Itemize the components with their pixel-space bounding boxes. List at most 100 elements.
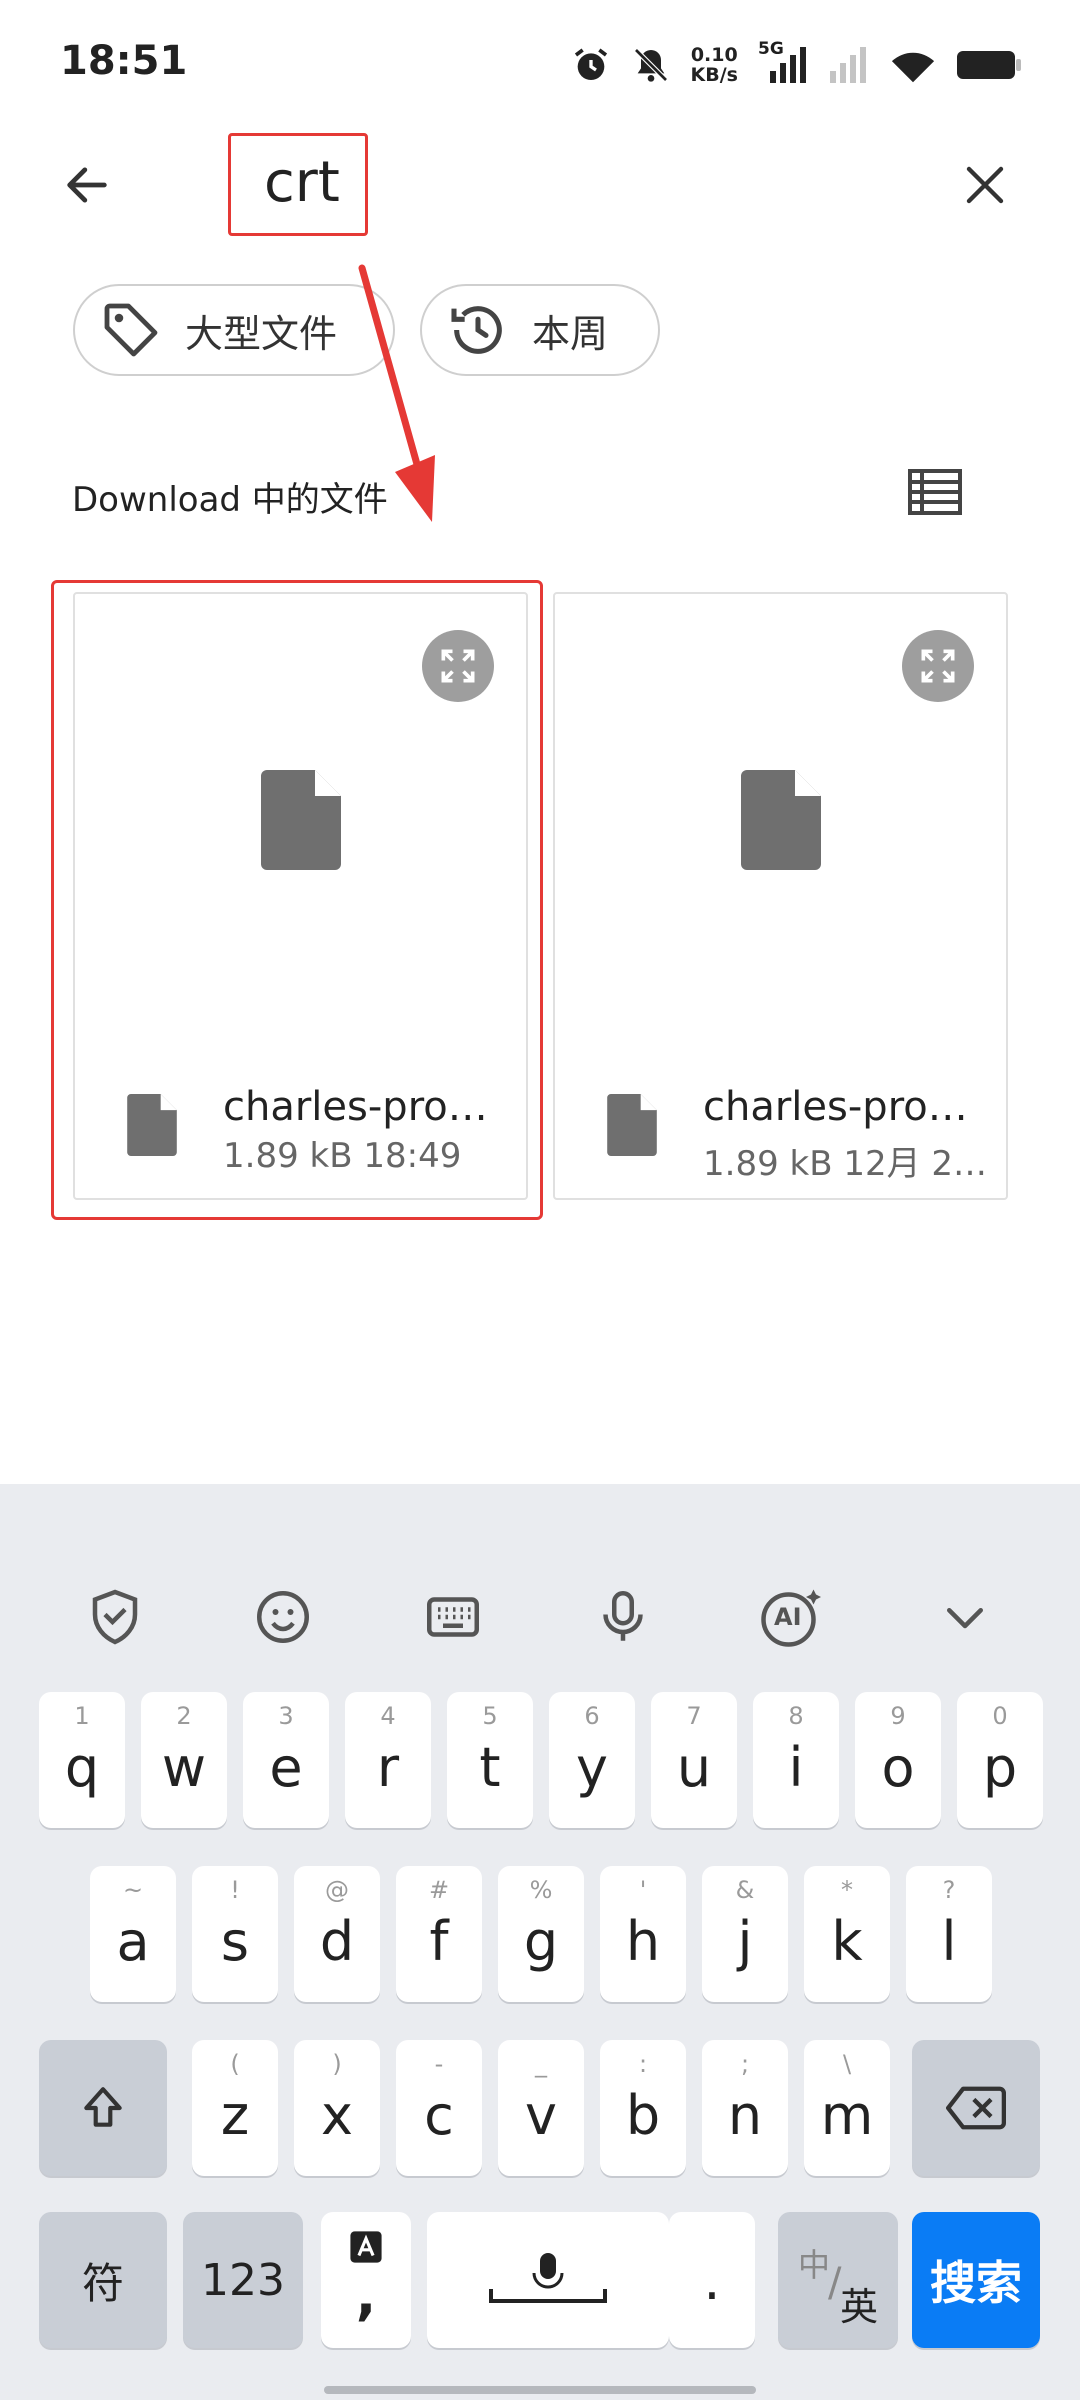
key-period[interactable]: . [669, 2212, 755, 2348]
key-hint: ! [230, 1876, 240, 1904]
key-hint: 2 [176, 1702, 192, 1730]
key-hint: @ [325, 1876, 349, 1904]
key-m[interactable]: \ m [804, 2040, 890, 2176]
keyboard-icon [427, 1597, 479, 1637]
file-meta: 1.89 kB 12月 2… [703, 1136, 987, 1185]
key-d[interactable]: @ d [294, 1866, 380, 2002]
lang-cn-label: 中 [798, 2246, 831, 2284]
key-char: h [625, 1909, 661, 1973]
kb-voice-button[interactable] [588, 1582, 658, 1652]
key-hint: \ [842, 2050, 852, 2078]
kb-layout-button[interactable] [418, 1582, 488, 1652]
key-f[interactable]: # f [396, 1866, 482, 2002]
key-e[interactable]: 3e [243, 1692, 329, 1828]
key-char: o [881, 1735, 915, 1799]
key-w[interactable]: 2w [141, 1692, 227, 1828]
key-hint: 8 [788, 1702, 804, 1730]
emoji-icon [257, 1591, 309, 1643]
key-char: , [355, 2263, 377, 2327]
key-j[interactable]: & j [702, 1866, 788, 2002]
key-comma[interactable]: , [321, 2212, 411, 2348]
key-char: t [479, 1735, 501, 1799]
key-hint: 1 [74, 1702, 90, 1730]
chip-label: 本周 [532, 311, 609, 356]
home-indicator[interactable] [324, 2386, 756, 2394]
handwriting-a-icon [350, 2231, 382, 2263]
list-view-toggle[interactable] [900, 462, 970, 522]
key-space[interactable] [427, 2212, 669, 2348]
space-mic-icon [489, 2253, 607, 2303]
key-x[interactable]: ) x [294, 2040, 380, 2176]
key-shift[interactable] [39, 2040, 167, 2176]
highlight-box-query [228, 133, 368, 236]
kb-shield-button[interactable] [80, 1582, 150, 1652]
wifi-icon [891, 52, 935, 83]
key-hint: & [735, 1876, 755, 1904]
status-time: 18:51 [60, 38, 188, 84]
key-y[interactable]: 6y [549, 1692, 635, 1828]
key-t[interactable]: 5t [447, 1692, 533, 1828]
key-symbols[interactable]: 符 [39, 2212, 167, 2348]
key-hint: * [841, 1876, 853, 1904]
key-c[interactable]: -c [396, 2040, 482, 2176]
key-char: i [788, 1735, 804, 1799]
key-i[interactable]: 8i [753, 1692, 839, 1828]
key-char: k [831, 1909, 863, 1973]
key-a[interactable]: ~ a [90, 1866, 176, 2002]
kb-emoji-button[interactable] [248, 1582, 318, 1652]
key-char: f [429, 1909, 449, 1973]
key-backspace[interactable] [912, 2040, 1040, 2176]
key-char: z [220, 2083, 250, 2147]
key-language-switch[interactable]: 中 / 英 [778, 2212, 898, 2348]
highlight-box-card [51, 580, 543, 1220]
key-hint: 3 [278, 1702, 294, 1730]
key-hint: 9 [890, 1702, 906, 1730]
key-hint: 0 [992, 1702, 1008, 1730]
signal-strength-2-icon [830, 47, 866, 83]
key-u[interactable]: 7u [651, 1692, 737, 1828]
key-z[interactable]: (z [192, 2040, 278, 2176]
key-hint: 6 [584, 1702, 600, 1730]
key-v[interactable]: _ v [498, 2040, 584, 2176]
key-hint: ? [942, 1876, 956, 1904]
screen: 18:51 0.10 KB/s 5G crt 大型文件 本周 Download … [0, 0, 1080, 2400]
annotation-arrow [358, 264, 435, 522]
key-hint: 7 [686, 1702, 702, 1730]
key-o[interactable]: 9o [855, 1692, 941, 1828]
key-h[interactable]: ' h [600, 1866, 686, 2002]
lang-en-label: 英 [840, 2285, 879, 2329]
key-b[interactable]: :b [600, 2040, 686, 2176]
kb-collapse-button[interactable] [930, 1582, 1000, 1652]
key-p[interactable]: 0p [957, 1692, 1043, 1828]
key-char: u [676, 1735, 712, 1799]
history-icon [451, 306, 502, 354]
key-char: v [525, 2083, 557, 2147]
key-hint: 4 [380, 1702, 396, 1730]
file-type-icon [607, 1094, 657, 1156]
key-char: p [982, 1735, 1018, 1799]
key-k[interactable]: * k [804, 1866, 890, 2002]
list-view-icon [908, 469, 962, 515]
key-g[interactable]: % g [498, 1866, 584, 2002]
file-thumbnail-icon [741, 770, 821, 870]
key-q[interactable]: 1q [39, 1692, 125, 1828]
key-l[interactable]: ? l [906, 1866, 992, 2002]
kb-ai-button[interactable]: AI [756, 1582, 826, 1652]
key-search[interactable]: 搜索 [912, 2212, 1040, 2348]
file-card[interactable]: charles-pro… 1.89 kB 12月 2… [553, 592, 1008, 1200]
expand-preview-button[interactable] [902, 630, 974, 702]
clear-search-button[interactable] [950, 150, 1020, 220]
key-char: j [737, 1909, 753, 1973]
close-icon [966, 166, 1004, 204]
key-char: g [523, 1909, 559, 1973]
key-hint: ( [230, 2050, 240, 2078]
key-r[interactable]: 4r [345, 1692, 431, 1828]
chip-this-week[interactable]: 本周 [420, 284, 660, 376]
chevron-down-icon [947, 1608, 983, 1629]
key-s[interactable]: ! s [192, 1866, 278, 2002]
battery-icon [957, 51, 1021, 79]
expand-icon [921, 649, 955, 683]
key-numbers[interactable]: 123 [183, 2212, 303, 2348]
key-n[interactable]: ; n [702, 2040, 788, 2176]
back-button[interactable] [52, 150, 122, 220]
